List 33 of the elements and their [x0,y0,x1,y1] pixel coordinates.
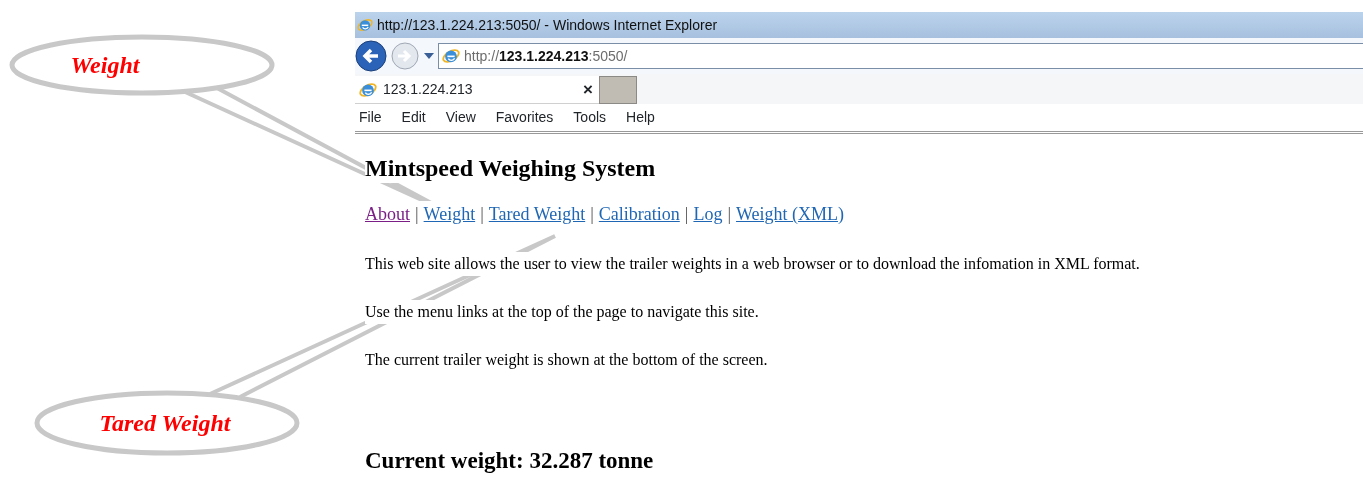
separator-text: | [480,202,484,226]
separator-text: | [590,202,594,226]
separator-text: | [415,202,419,226]
menu-item[interactable]: File [359,107,382,128]
menu-item[interactable]: Tools [573,107,607,128]
separator-text: | [684,202,689,226]
nav-link[interactable]: Weight (XML) [736,200,845,228]
browser-tab[interactable]: 123.1.224.213 × [355,76,599,104]
nav-link[interactable]: About [365,200,410,228]
e-globe-icon [442,47,460,65]
menu-item[interactable]: Favorites [495,107,554,128]
e-globe-icon [359,80,377,99]
paragraph: Use the menu links at the top of the page to navigate this site. [365,299,759,324]
separator-text: | [727,202,731,226]
nav-link[interactable]: Calibration [598,200,680,228]
menu-item[interactable]: View [445,107,476,128]
menu-item[interactable]: Edit [401,107,426,128]
callout-label: Tared Weight [99,410,231,436]
window-title: http://123.1.224.213:5050/ - Windows Internet Explorer [377,15,718,35]
callout-label: Weight [70,52,140,78]
nav-link[interactable]: Log [693,200,723,228]
address-field[interactable]: http://123.1.224.213:5050/ [438,43,1363,69]
tab-label: 123.1.224.213 [383,80,473,99]
nav-link[interactable]: Weight [423,200,476,228]
nav-link[interactable]: Tared Weight [488,200,586,228]
dropdown-caret-icon[interactable] [423,52,435,60]
back-icon[interactable] [355,40,387,72]
menu-item[interactable]: Help [626,107,655,128]
url-text: http://123.1.224.213:5050/ [464,46,628,66]
e-globe-icon [357,17,373,33]
tab-close-button[interactable]: × [583,81,593,98]
paragraph: This web site allows the user to view the trailer weights in a web browser or to download the infomation in XML format. [365,251,1140,276]
current-weight-heading: Current weight: 32.287 tonne [365,447,655,474]
